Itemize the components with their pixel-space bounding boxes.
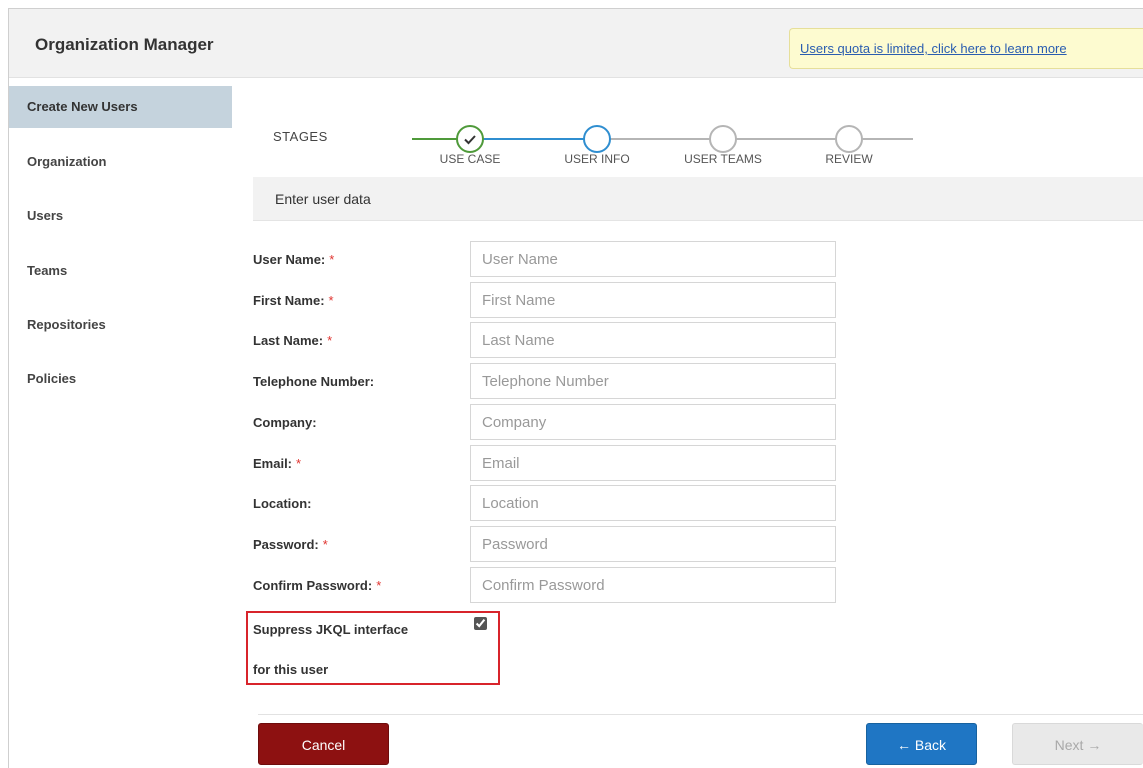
stage-step-circle bbox=[709, 125, 737, 153]
stage-step-circle bbox=[583, 125, 611, 153]
field-input[interactable] bbox=[470, 567, 836, 603]
field-label-text: Password: bbox=[253, 537, 319, 552]
required-marker: * bbox=[327, 333, 333, 348]
app-header: Organization Manager Users quota is limi… bbox=[9, 9, 1143, 78]
sidebar: Create New Users Organization Users Team… bbox=[9, 78, 232, 768]
field-input[interactable] bbox=[470, 322, 836, 358]
checkmark-icon bbox=[464, 135, 476, 145]
suppress-label-continued: for this user bbox=[253, 662, 329, 677]
stage-connector bbox=[470, 138, 597, 140]
required-marker: * bbox=[328, 293, 334, 308]
next-button[interactable]: Next → bbox=[1012, 723, 1143, 765]
app-title: Organization Manager bbox=[35, 35, 214, 54]
field-label: Confirm Password: * bbox=[253, 578, 381, 593]
field-input[interactable] bbox=[470, 282, 836, 318]
sidebar-item-create-new-users[interactable]: Create New Users bbox=[9, 86, 232, 128]
field-label-text: Confirm Password: bbox=[253, 578, 373, 593]
field-input[interactable] bbox=[470, 445, 836, 481]
field-input[interactable] bbox=[470, 241, 836, 277]
suppress-jkql-checkbox[interactable] bbox=[474, 617, 487, 630]
quota-banner: Users quota is limited, click here to le… bbox=[789, 28, 1143, 69]
back-button[interactable]: ← Back bbox=[866, 723, 977, 765]
stage-step-label: REVIEW bbox=[825, 152, 873, 166]
stage-step-label: USE CASE bbox=[439, 152, 501, 166]
field-label: User Name: * bbox=[253, 252, 334, 267]
required-marker: * bbox=[296, 456, 302, 471]
field-label-text: Company: bbox=[253, 415, 317, 430]
field-label: Last Name: * bbox=[253, 333, 332, 348]
stage-connector bbox=[597, 138, 723, 140]
stages-label: STAGES bbox=[273, 129, 328, 144]
field-label-text: User Name: bbox=[253, 252, 326, 267]
stage-step-circle bbox=[835, 125, 863, 153]
field-label: Password: * bbox=[253, 537, 328, 552]
field-label: First Name: * bbox=[253, 293, 334, 308]
field-label: Location: bbox=[253, 496, 312, 511]
sidebar-item-policies[interactable]: Policies bbox=[9, 358, 232, 400]
field-input[interactable] bbox=[470, 404, 836, 440]
field-label: Email: * bbox=[253, 456, 301, 471]
field-input[interactable] bbox=[470, 485, 836, 521]
field-input[interactable] bbox=[470, 363, 836, 399]
sidebar-item-users[interactable]: Users bbox=[9, 195, 232, 237]
required-marker: * bbox=[329, 252, 335, 267]
stage-step-label: USER INFO bbox=[564, 152, 630, 166]
quota-link[interactable]: Users quota is limited, click here to le… bbox=[800, 41, 1067, 56]
field-label-text: Location: bbox=[253, 496, 312, 511]
field-label-text: Email: bbox=[253, 456, 293, 471]
field-label: Company: bbox=[253, 415, 317, 430]
footer-divider bbox=[258, 714, 1143, 715]
required-marker: * bbox=[322, 537, 328, 552]
field-label-text: Telephone Number: bbox=[253, 374, 375, 389]
suppress-label: Suppress JKQL interface bbox=[253, 622, 409, 637]
field-label: Telephone Number: bbox=[253, 374, 374, 389]
field-label-text: First Name: bbox=[253, 293, 325, 308]
field-input[interactable] bbox=[470, 526, 836, 562]
stage-step-circle bbox=[456, 125, 484, 153]
section-title: Enter user data bbox=[253, 177, 1143, 221]
field-label-text: Last Name: bbox=[253, 333, 324, 348]
stage-step-label: USER TEAMS bbox=[684, 152, 762, 166]
sidebar-item-teams[interactable]: Teams bbox=[9, 250, 232, 292]
stage-connector bbox=[723, 138, 849, 140]
sidebar-item-organization[interactable]: Organization bbox=[9, 141, 232, 183]
required-marker: * bbox=[376, 578, 382, 593]
cancel-button[interactable]: Cancel bbox=[258, 723, 389, 765]
sidebar-item-repositories[interactable]: Repositories bbox=[9, 304, 232, 346]
